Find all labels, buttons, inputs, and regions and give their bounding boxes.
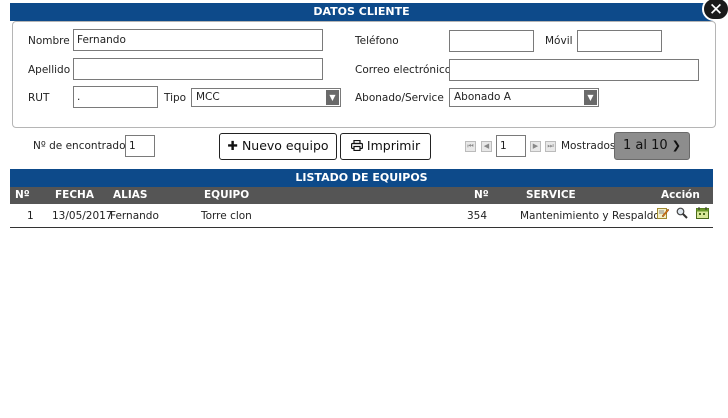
nombre-input[interactable]: Fernando (73, 29, 323, 51)
client-section-header: DATOS CLIENTE (10, 3, 713, 21)
search-icon[interactable] (676, 206, 688, 219)
column-header-accion: Acción (661, 189, 700, 201)
apellido-label: Apellido (28, 64, 71, 76)
first-page-icon[interactable]: ⏮ (465, 141, 476, 152)
column-header-numero: Nº (474, 189, 489, 201)
nuevo-equipo-button[interactable]: ✚ Nuevo equipo (219, 133, 337, 160)
prev-page-icon[interactable]: ◀ (481, 141, 492, 152)
row-num: 1 (27, 210, 34, 222)
encontrados-label: Nº de encontrados (33, 140, 131, 152)
telefono-input[interactable] (449, 30, 534, 52)
close-button[interactable]: ✕ (702, 0, 728, 21)
row-numero: 354 (467, 210, 488, 222)
nuevo-equipo-label: Nuevo equipo (241, 138, 329, 153)
nombre-label: Nombre (28, 35, 70, 47)
table-header: Nº FECHA ALIAS EQUIPO Nº SERVICE Acción (10, 187, 713, 204)
calendar-icon[interactable] (696, 206, 709, 219)
next-page-icon[interactable]: ▶ (530, 141, 541, 152)
page-input[interactable]: 1 (496, 135, 526, 157)
mostrados-label: Mostrados (561, 140, 616, 152)
rut-label: RUT (28, 92, 50, 104)
telefono-label: Teléfono (355, 35, 399, 47)
row-service: Mantenimiento y Respaldos (520, 210, 666, 222)
abonado-value: Abonado A (454, 91, 511, 103)
tipo-label: Tipo (164, 92, 187, 104)
tipo-select[interactable]: MCC ▼ (191, 88, 341, 107)
printer-icon (350, 135, 363, 158)
rut-input[interactable]: . (73, 86, 158, 108)
row-equipo: Torre clon (201, 210, 252, 222)
abonado-label: Abonado/Service (355, 92, 444, 104)
page-value: 1 (500, 140, 507, 152)
movil-input[interactable] (577, 30, 662, 52)
column-header-num: Nº (15, 189, 30, 201)
column-header-equipo: EQUIPO (204, 189, 250, 201)
range-dropdown-button[interactable]: 1 al 10 ❯ (614, 132, 690, 160)
rut-value: . (77, 91, 81, 103)
close-icon: ✕ (708, 0, 724, 20)
apellido-input[interactable] (73, 58, 323, 80)
row-alias: Fernando (110, 210, 159, 222)
plus-icon: ✚ (227, 138, 238, 153)
table-row[interactable]: 1 13/05/2017 Fernando Torre clon 354 Man… (10, 206, 713, 228)
column-header-fecha: FECHA (55, 189, 94, 201)
column-header-alias: ALIAS (113, 189, 148, 201)
imprimir-button[interactable]: Imprimir (340, 133, 431, 160)
edit-icon[interactable] (657, 206, 670, 219)
range-label: 1 al 10 (622, 138, 668, 153)
row-fecha: 13/05/2017 (52, 210, 113, 222)
equipment-list-title: LISTADO DE EQUIPOS (295, 171, 428, 184)
imprimir-label: Imprimir (366, 138, 421, 153)
last-page-icon[interactable]: ⏭ (545, 141, 556, 152)
correo-label: Correo electrónico (355, 64, 452, 76)
client-section-title: DATOS CLIENTE (313, 5, 410, 18)
encontrados-input[interactable]: 1 (125, 135, 155, 157)
chevron-down-icon: ▼ (584, 90, 597, 105)
encontrados-value: 1 (129, 140, 136, 152)
chevron-down-icon: ▼ (326, 90, 339, 105)
abonado-select[interactable]: Abonado A ▼ (449, 88, 599, 107)
chevron-down-icon: ❯ (671, 139, 681, 152)
equipment-list-header: LISTADO DE EQUIPOS (10, 169, 713, 187)
movil-label: Móvil (545, 35, 573, 47)
tipo-value: MCC (196, 91, 220, 103)
column-header-service: SERVICE (526, 189, 576, 201)
nombre-value: Fernando (77, 34, 126, 46)
correo-input[interactable] (449, 59, 699, 81)
